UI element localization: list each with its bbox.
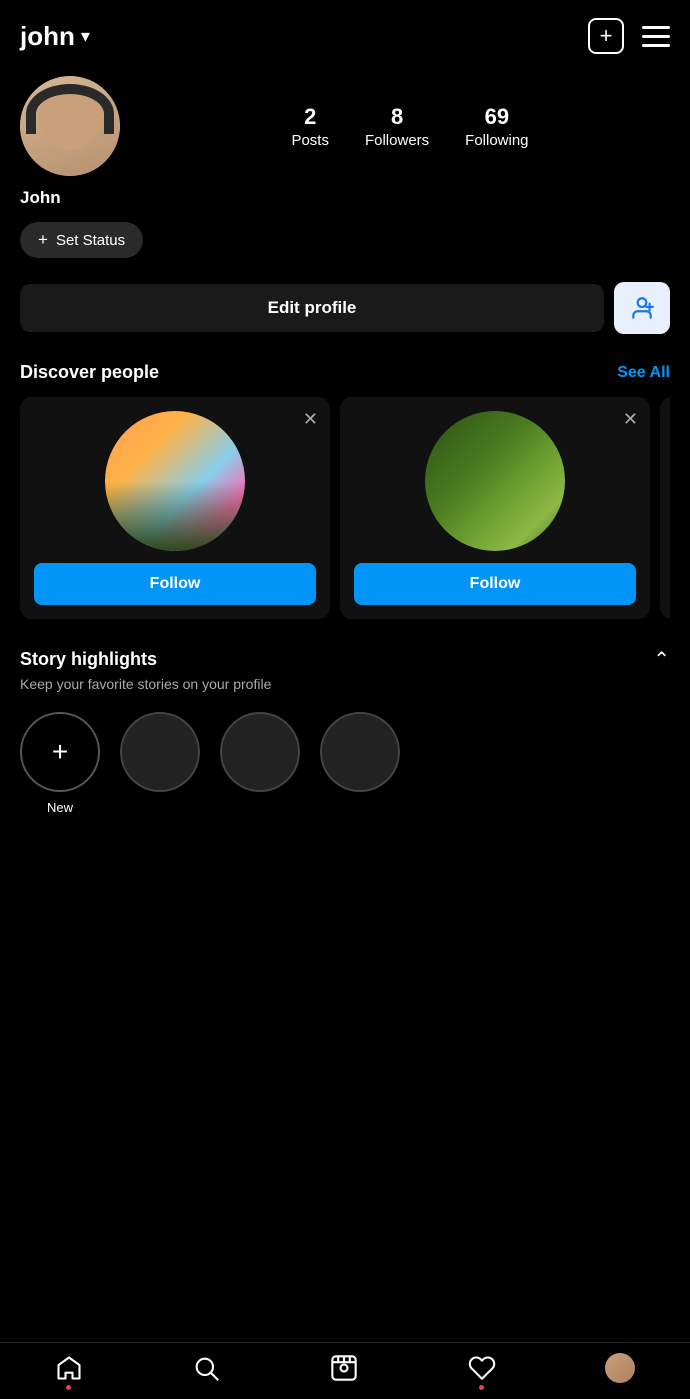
nav-reels[interactable] [330, 1354, 358, 1382]
story-highlights-section: Story highlights ⌃ Keep your favorite st… [0, 647, 690, 815]
see-all-button[interactable]: See All [617, 364, 670, 382]
profile-display-name: John [20, 188, 670, 208]
activity-dot [479, 1385, 484, 1390]
menu-line [642, 44, 670, 47]
nav-search[interactable] [192, 1354, 220, 1382]
menu-line [642, 26, 670, 29]
followers-label: Followers [365, 132, 429, 149]
home-icon [55, 1354, 83, 1382]
story-circle-button[interactable] [120, 712, 200, 792]
chevron-down-icon[interactable]: ▾ [81, 26, 90, 47]
close-card-button[interactable]: ✕ [623, 409, 638, 430]
posts-label: Posts [291, 132, 329, 149]
profile-section: 2 Posts 8 Followers 69 Following John + … [0, 66, 690, 258]
new-story-label: New [47, 800, 73, 815]
close-card-button[interactable]: ✕ [303, 409, 318, 430]
reels-icon [330, 1354, 358, 1382]
discover-card: ✕ Follow [340, 397, 650, 619]
menu-line [642, 35, 670, 38]
follow-button-1[interactable]: Follow [34, 563, 316, 605]
header-username[interactable]: john [20, 21, 75, 52]
story-highlight-1 [120, 712, 200, 792]
card-avatar [105, 411, 245, 551]
home-dot [66, 1385, 71, 1390]
discover-card-partial [660, 397, 670, 619]
card-avatar-image [105, 411, 245, 551]
avatar[interactable] [20, 76, 120, 176]
following-count: 69 [485, 104, 509, 130]
share-profile-button[interactable] [614, 282, 670, 334]
new-story-item: + New [20, 712, 100, 815]
bottom-navigation [0, 1342, 690, 1399]
discover-card: ✕ Follow [20, 397, 330, 619]
app-header: john ▾ + [0, 0, 690, 66]
profile-nav-avatar [605, 1353, 635, 1383]
add-post-button[interactable]: + [588, 18, 624, 54]
discover-cards-list: ✕ Follow ✕ Follow [20, 397, 670, 619]
edit-profile-row: Edit profile [20, 282, 670, 334]
story-highlight-2 [220, 712, 300, 792]
following-label: Following [465, 132, 528, 149]
story-circles-row: + New [20, 712, 670, 815]
header-right: + [588, 18, 670, 54]
followers-stat[interactable]: 8 Followers [365, 104, 429, 149]
set-status-label: Set Status [56, 232, 125, 249]
plus-icon: + [52, 736, 68, 768]
story-subtitle: Keep your favorite stories on your profi… [20, 676, 670, 692]
search-icon [192, 1354, 220, 1382]
story-highlight-3 [320, 712, 400, 792]
following-stat[interactable]: 69 Following [465, 104, 528, 149]
heart-icon [468, 1354, 496, 1382]
card-avatar-image [425, 411, 565, 551]
discover-header: Discover people See All [20, 362, 670, 383]
avatar-image [20, 76, 120, 176]
card-avatar [425, 411, 565, 551]
discover-people-section: Discover people See All ✕ Follow ✕ Follo… [0, 362, 690, 619]
bottom-spacer [0, 815, 690, 895]
story-highlights-title: Story highlights [20, 649, 157, 670]
discover-title: Discover people [20, 362, 159, 383]
story-collapse-icon[interactable]: ⌃ [653, 647, 670, 672]
person-add-icon [629, 295, 655, 321]
nav-profile[interactable] [605, 1353, 635, 1383]
menu-button[interactable] [642, 26, 670, 47]
story-header: Story highlights ⌃ [20, 647, 670, 672]
story-circle-button[interactable] [220, 712, 300, 792]
avatar-wrap [20, 76, 120, 176]
profile-top: 2 Posts 8 Followers 69 Following [20, 76, 670, 176]
story-circle-button[interactable] [320, 712, 400, 792]
edit-profile-button[interactable]: Edit profile [20, 284, 604, 332]
new-story-button[interactable]: + [20, 712, 100, 792]
nav-home[interactable] [55, 1354, 83, 1382]
set-status-button[interactable]: + Set Status [20, 222, 143, 258]
plus-icon: + [600, 23, 613, 49]
followers-count: 8 [391, 104, 403, 130]
stats-row: 2 Posts 8 Followers 69 Following [150, 104, 670, 149]
header-left: john ▾ [20, 21, 90, 52]
posts-count: 2 [304, 104, 316, 130]
posts-stat[interactable]: 2 Posts [291, 104, 329, 149]
plus-icon: + [38, 230, 48, 250]
nav-activity[interactable] [468, 1354, 496, 1382]
follow-button-2[interactable]: Follow [354, 563, 636, 605]
